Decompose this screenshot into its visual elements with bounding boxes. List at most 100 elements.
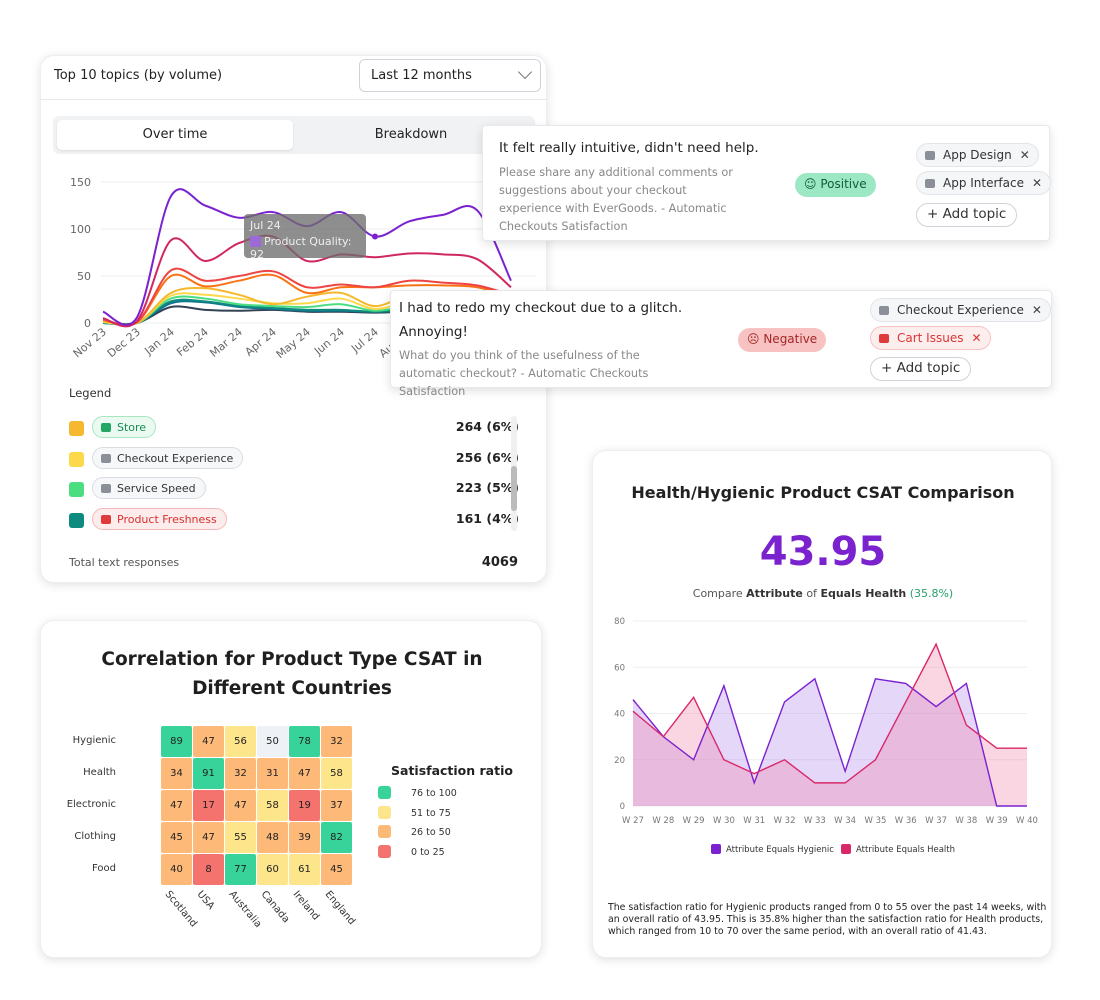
topic-chip[interactable]: Service Speed	[92, 477, 206, 499]
x-tick-label: W 38	[955, 816, 977, 826]
total-value: 4069	[481, 555, 518, 570]
legend-label: 0 to 25	[411, 846, 445, 858]
legend-row[interactable]: Checkout Experience 256 (6%)	[69, 446, 519, 471]
x-tick-label: Nov 23	[71, 325, 109, 360]
y-tick-label: 80	[614, 617, 625, 627]
heatmap-cell[interactable]: 40	[161, 854, 192, 885]
frown-icon: ☹	[747, 332, 764, 346]
legend-label[interactable]: Attribute Equals Hygienic	[726, 845, 834, 855]
heatmap-cell[interactable]: 91	[193, 758, 224, 789]
heatmap-cell[interactable]: 58	[321, 758, 352, 789]
heatmap-cell[interactable]: 82	[321, 822, 352, 853]
heatmap-cell[interactable]: 32	[225, 758, 256, 789]
add-topic-button[interactable]: + Add topic	[916, 203, 1018, 227]
tab-over-time[interactable]: Over time	[57, 120, 293, 150]
heatmap-cell[interactable]: 31	[257, 758, 288, 789]
chevron-down-icon	[517, 64, 533, 80]
comment-icon	[925, 151, 935, 160]
csat-score: 43.95	[759, 529, 887, 575]
heatmap-cell[interactable]: 47	[289, 758, 320, 789]
remove-tag-icon[interactable]: ✕	[1032, 303, 1042, 317]
heatmap-cell[interactable]: 60	[257, 854, 288, 885]
topic-tag: Cart Issues ✕	[870, 326, 991, 350]
heatmap-cell[interactable]: 61	[289, 854, 320, 885]
tooltip-label: Product Quality: 92	[250, 235, 352, 261]
heatmap-cell[interactable]: 39	[289, 822, 320, 853]
heatmap-legend-item: 26 to 50	[378, 825, 451, 838]
alert-icon	[879, 334, 889, 343]
x-tick-label: W 29	[683, 816, 705, 826]
tag-label: App Interface	[943, 176, 1024, 190]
topic-count: 256 (6%)	[455, 449, 519, 465]
remove-tag-icon[interactable]: ✕	[1020, 148, 1030, 162]
sentiment-badge: ☹ Negative	[738, 328, 827, 352]
heatmap-cell[interactable]: 34	[161, 758, 192, 789]
topic-tag: Checkout Experience ✕	[870, 298, 1051, 322]
legend-row[interactable]: Store 264 (6%)	[69, 416, 519, 440]
x-tick-label: W 35	[864, 816, 886, 826]
remove-tag-icon[interactable]: ✕	[971, 331, 981, 345]
x-tick-label: W 34	[834, 816, 856, 826]
heatmap-cell[interactable]: 48	[257, 822, 288, 853]
heatmap-cell[interactable]: 47	[161, 790, 192, 821]
topic-count: 223 (5%)	[455, 480, 519, 495]
heatmap-cell[interactable]: 78	[289, 726, 320, 757]
y-tick-label: 150	[70, 176, 91, 189]
heatmap-cell[interactable]: 47	[193, 726, 224, 757]
x-tick-label: W 32	[774, 816, 796, 826]
y-tick-label: 100	[70, 223, 91, 236]
x-tick-label: Jun 24	[311, 325, 347, 358]
legend-row[interactable]: Product Freshness 161 (4%)	[69, 507, 519, 532]
y-tick-label: 50	[77, 270, 91, 283]
heatmap-cell[interactable]: 45	[161, 822, 192, 853]
period-select-value: Last 12 months	[371, 68, 472, 83]
add-topic-button[interactable]: + Add topic	[870, 357, 972, 381]
heatmap-cell[interactable]: 77	[225, 854, 256, 885]
row-label: Electronic	[66, 799, 116, 810]
heatmap-cell[interactable]: 32	[321, 726, 352, 757]
legend-row[interactable]: Service Speed 223 (5%)	[69, 477, 519, 501]
heatmap-cell[interactable]: 47	[193, 822, 224, 853]
card-title: Top 10 topics (by volume)	[54, 68, 223, 83]
topic-chip[interactable]: Checkout Experience	[92, 446, 244, 469]
heatmap-cell[interactable]: 37	[321, 790, 352, 821]
topic-chip[interactable]: Store	[92, 416, 157, 438]
heatmap-cell[interactable]: 17	[193, 790, 224, 821]
legend-swatch	[378, 844, 391, 858]
comment-question: Please share any additional comments or …	[499, 166, 733, 233]
csat-title: Health/Hygienic Product CSAT Comparison	[631, 483, 1015, 502]
heatmap-cell[interactable]: 89	[161, 726, 192, 757]
topic-name: Store	[117, 421, 147, 434]
legend-swatch	[69, 451, 84, 467]
remove-tag-icon[interactable]: ✕	[1032, 176, 1042, 190]
heatmap-cell[interactable]: 56	[225, 726, 256, 757]
total-label: Total text responses	[69, 556, 180, 569]
heatmap-cell[interactable]: 50	[257, 726, 288, 757]
heatmap-cell[interactable]: 8	[193, 854, 224, 885]
heatmap-legend-item: 51 to 75	[378, 805, 451, 819]
row-label: Food	[92, 863, 116, 874]
topic-count: 264 (6%)	[455, 419, 519, 434]
legend-label: 76 to 100	[411, 788, 457, 799]
heatmap-cell[interactable]: 45	[321, 854, 352, 885]
heatmap-cell[interactable]: 55	[225, 822, 256, 853]
sentiment-label: Negative	[763, 332, 818, 346]
hover-point[interactable]	[372, 233, 378, 240]
topic-chip[interactable]: Product Freshness	[92, 507, 227, 530]
legend-swatch	[378, 825, 391, 838]
sentiment-label: Positive	[820, 177, 867, 191]
heatmap-cell[interactable]: 19	[289, 790, 320, 821]
legend-label[interactable]: Attribute Equals Health	[856, 845, 955, 855]
comment-icon	[101, 453, 111, 463]
row-label: Hygienic	[72, 735, 116, 746]
scrollbar-thumb[interactable]	[511, 466, 517, 511]
comment-icon	[101, 484, 111, 493]
heatmap-cell[interactable]: 58	[257, 790, 288, 821]
comment-icon	[879, 306, 889, 315]
topic-count: 161 (4%)	[455, 510, 519, 526]
comment-card: I had to redo my checkout due to a glitc…	[390, 290, 1052, 398]
legend-scrollbar[interactable]	[511, 416, 517, 531]
legend-label: 51 to 75	[411, 807, 451, 819]
heatmap-cell[interactable]: 47	[225, 790, 256, 821]
period-select[interactable]: Last 12 months	[359, 59, 541, 92]
